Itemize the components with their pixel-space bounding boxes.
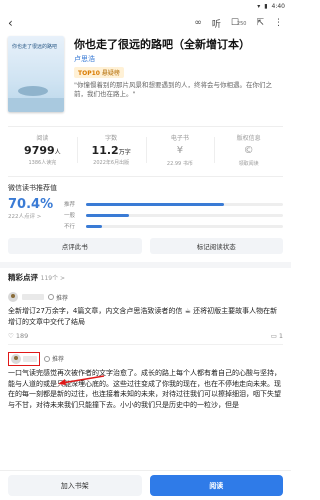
reviews-section: 精彩点评 119个 > 推荐 全新增订27万余字，4篇文章，内文含卢思浩致读者的…: [8, 272, 283, 411]
comment-icon: ▭: [270, 331, 277, 340]
rating-count[interactable]: 222人点评 >: [8, 212, 64, 220]
reviews-title: 精彩点评: [8, 273, 38, 282]
rating-bar-label: 不行: [64, 224, 76, 230]
stat-wordcount[interactable]: 字数 11.2万字 2022年6月出版: [76, 133, 146, 166]
divider: [8, 343, 283, 345]
book-author[interactable]: 卢思浩: [74, 54, 283, 64]
recommend-icon: [44, 355, 50, 362]
recommend-badge: 推荐: [44, 354, 64, 363]
rating-bars: 推荐 一般 不行: [64, 197, 283, 230]
stat-label: 电子书: [170, 135, 189, 142]
back-icon[interactable]: ‹: [8, 16, 13, 30]
section-divider: [0, 262, 291, 268]
status-time: 4:40: [271, 2, 285, 10]
rating-bar-track: [86, 202, 283, 206]
rating-bar-row: 不行: [64, 222, 283, 230]
stat-sub: 领取阅读: [238, 161, 259, 167]
reviews-header[interactable]: 精彩点评 119个 >: [8, 272, 283, 283]
chat-icon[interactable]: ☐250: [231, 18, 247, 28]
rank-tag-number: TOP10: [78, 70, 100, 78]
bottom-bar: 加入书架 阅读: [0, 470, 291, 500]
rating-bar-label: 一般: [64, 213, 76, 219]
comment-button[interactable]: ▭ 1: [271, 332, 283, 340]
copyright-icon: ©: [243, 145, 254, 156]
stat-sub: 2022年6月出版: [93, 160, 130, 166]
rating-bar-label: 推荐: [64, 202, 76, 208]
recommend-label: 推荐: [56, 294, 69, 302]
stat-unit: 万字: [118, 149, 131, 156]
rating-header: 微信读书推荐值: [8, 184, 57, 192]
rank-tag-text: 悬疑榜: [101, 70, 120, 78]
annotation-arrow: [58, 375, 105, 385]
rating-bar-fill: [86, 224, 102, 228]
export-icon[interactable]: ⇱: [256, 18, 264, 28]
stat-unit: 人: [54, 149, 61, 156]
listen-button[interactable]: 听: [212, 17, 221, 30]
review-book-button[interactable]: 点评此书: [8, 238, 142, 254]
rating-bar-row: 一般: [64, 211, 283, 219]
ebook-price-icon: ¥: [176, 145, 184, 156]
chat-badge: 250: [236, 21, 247, 27]
thumb-up-icon: ♡: [8, 331, 14, 340]
whale-illustration: [18, 86, 48, 96]
stat-label: 版权信息: [236, 135, 261, 142]
recommend-label: 推荐: [52, 356, 65, 364]
username-redacted: [22, 294, 44, 300]
mark-status-button[interactable]: 标记阅读状态: [149, 238, 283, 254]
avatar-highlight[interactable]: [8, 351, 40, 366]
reviews-count: 119个 >: [40, 275, 66, 282]
recommend-icon: [48, 294, 54, 300]
add-to-shelf-button[interactable]: 加入书架: [8, 475, 142, 496]
recommend-badge: 推荐: [48, 293, 68, 302]
stats-row: 阅读 9799人 1386人读完 字数 11.2万字 2022年6月出版 电子书…: [8, 126, 283, 167]
battery-icon: ▮: [264, 2, 268, 10]
rating-bar-fill: [86, 213, 130, 217]
rank-tag[interactable]: TOP10 悬疑榜: [74, 67, 124, 79]
book-header: 你也走了很远的路吧 你也走了很远的路吧（全新增订本） 卢思浩 TOP10 悬疑榜…: [8, 36, 283, 116]
stat-sub: 22.99 书币: [166, 161, 193, 167]
status-bar: ▾ ▮ 4:40: [0, 0, 291, 12]
username-redacted: [23, 355, 37, 362]
avatar[interactable]: [11, 353, 21, 364]
stat-copyright[interactable]: 版权信息 © 领取阅读: [214, 133, 283, 167]
book-cover[interactable]: 你也走了很远的路吧: [8, 36, 64, 112]
stat-readers[interactable]: 阅读 9799人 1386人读完: [8, 133, 77, 166]
more-icon[interactable]: ⋮: [274, 18, 283, 28]
rating-section: 微信读书推荐值 70.4% 222人点评 > 推荐 一般 不行 点评此书 标记阅…: [8, 176, 283, 254]
review-item[interactable]: 推荐 一口气读完感觉再次被作者的文字治愈了。成长的路上每个人都有着自己的心酸与坚…: [8, 351, 283, 411]
like-count: 189: [15, 331, 29, 340]
stat-label: 阅读: [36, 135, 49, 142]
rating-bar-row: 推荐: [64, 200, 283, 208]
stat-sub: 1386人读完: [28, 160, 57, 166]
book-quote: "你憧憬着别的那片风景和想要遇到的人，终将会与你相遇。在你们之前，我们也在路上。…: [74, 81, 272, 99]
stat-value: 11.2: [91, 144, 119, 157]
stat-label: 字数: [105, 135, 118, 142]
rating-percent: 70.4%: [8, 197, 54, 212]
review-item[interactable]: 推荐 全新增订27万余字，4篇文章，内文含卢思浩致读者的信 ☕ 还将初版主要故事…: [8, 291, 283, 345]
like-button[interactable]: ♡ 189: [8, 332, 28, 340]
share-loop-icon[interactable]: ∞: [194, 18, 202, 28]
review-text: 全新增订27万余字，4篇文章，内文含卢思浩致读者的信 ☕ 还将初版主要故事人物在…: [8, 307, 278, 326]
read-button[interactable]: 阅读: [149, 475, 283, 496]
rating-bar-track: [86, 213, 283, 217]
comment-count: 1: [278, 331, 283, 340]
avatar[interactable]: [8, 292, 18, 302]
wave-illustration: [8, 98, 64, 112]
top-bar: ‹ ∞ 听 ☐250 ⇱ ⋮: [0, 12, 291, 34]
stat-value: 9799: [24, 144, 55, 157]
signal-icon: ▾: [257, 2, 261, 10]
review-text: 一口气读完感觉再次被作者的文字治愈了。成长的路上每个人都有着自己的心酸与坚持，能…: [8, 368, 281, 410]
stat-ebook[interactable]: 电子书 ¥ 22.99 书币: [145, 133, 215, 167]
rating-bar-fill: [86, 202, 224, 206]
rating-bar-track: [86, 224, 283, 228]
cover-title: 你也走了很远的路吧: [12, 44, 58, 50]
book-title: 你也走了很远的路吧（全新增订本）: [74, 38, 250, 51]
